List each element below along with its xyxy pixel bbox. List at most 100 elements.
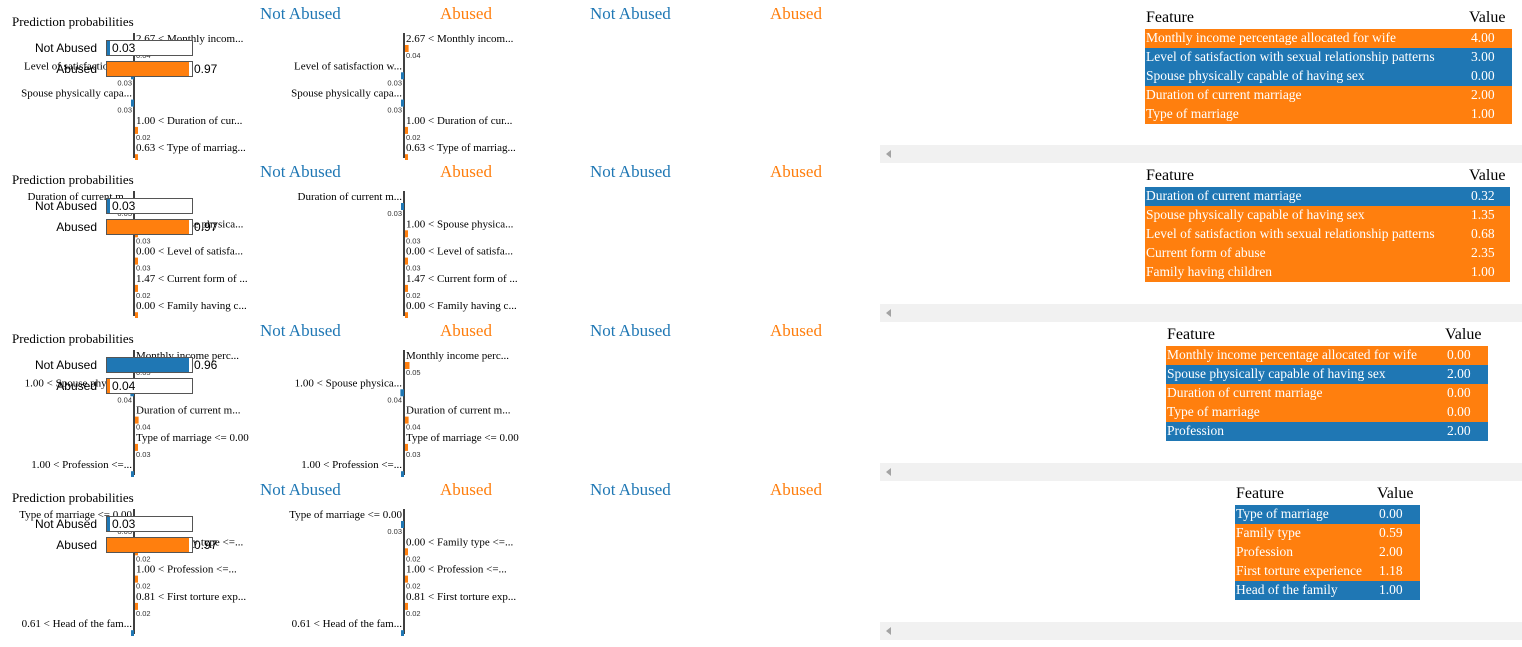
probability-bar bbox=[107, 517, 110, 531]
probability-bar bbox=[107, 379, 111, 393]
probability-bar bbox=[107, 41, 110, 55]
contribution-weight: 0.02 bbox=[406, 582, 421, 591]
table-header: Feature Value bbox=[1145, 9, 1512, 29]
contribution-label: 1.00 < Profession <=... bbox=[31, 459, 132, 471]
probability-value: 0.97 bbox=[194, 220, 218, 234]
explanation-block: Prediction probabilities Not Abused 0.03 Ab… bbox=[0, 158, 1522, 327]
scroll-left-arrow-icon[interactable] bbox=[886, 309, 891, 317]
contribution-label: 1.00 < Profession <=... bbox=[406, 564, 507, 576]
table-value: 1.18 bbox=[1379, 563, 1403, 578]
probability-bar-track bbox=[106, 357, 193, 373]
table-header-feature: Feature bbox=[1146, 9, 1194, 26]
table-value: 2.00 bbox=[1471, 87, 1495, 102]
prediction-probabilities-title: Prediction probabilities bbox=[12, 14, 134, 29]
class-header-positive: Abused bbox=[770, 162, 822, 181]
probability-value: 0.96 bbox=[194, 358, 218, 372]
probability-label: Abused bbox=[56, 62, 97, 76]
table-feature: Family having children bbox=[1146, 264, 1272, 279]
table-feature: First torture experience bbox=[1236, 563, 1362, 578]
table-row: Current form of abuse 2.35 bbox=[1145, 244, 1510, 263]
contribution-weight: 0.04 bbox=[387, 395, 402, 404]
table-row: Family type 0.59 bbox=[1235, 524, 1420, 543]
contribution-weight: 0.03 bbox=[117, 78, 132, 87]
probability-bar bbox=[107, 538, 190, 552]
contribution-weight: 0.03 bbox=[387, 209, 402, 218]
scroll-left-arrow-icon[interactable] bbox=[886, 468, 891, 476]
table-feature: Level of satisfaction with sexual relati… bbox=[1146, 49, 1435, 64]
class-header-negative: Not Abused bbox=[590, 162, 671, 181]
contribution-label: 1.00 < Profession <=... bbox=[301, 459, 402, 471]
class-header-positive: Abused bbox=[440, 321, 492, 340]
probability-bar bbox=[107, 220, 190, 234]
table-value: 2.35 bbox=[1471, 245, 1495, 260]
table-value: 1.00 bbox=[1471, 264, 1495, 279]
contribution-label: Duration of current m... bbox=[298, 191, 403, 203]
class-header-negative: Not Abused bbox=[260, 321, 341, 340]
contribution-weight: 0.02 bbox=[406, 133, 421, 142]
class-header-negative: Not Abused bbox=[590, 480, 671, 499]
contribution-weight: 0.05 bbox=[406, 368, 421, 377]
table-feature: Duration of current marriage bbox=[1146, 188, 1302, 203]
table-value: 2.00 bbox=[1379, 544, 1403, 559]
contribution-label: 1.00 < Spouse physica... bbox=[295, 377, 403, 389]
contribution-weight: 0.03 bbox=[406, 450, 421, 459]
contribution-label: Type of marriage <= 0.00 bbox=[289, 509, 402, 521]
class-header-negative: Not Abused bbox=[260, 4, 341, 23]
contribution-weight: 0.03 bbox=[406, 264, 421, 273]
horizontal-scrollbar[interactable] bbox=[880, 622, 1522, 640]
contribution-weight: 0.03 bbox=[387, 106, 402, 115]
table-value: 4.00 bbox=[1471, 30, 1495, 45]
contribution-weight: 0.02 bbox=[406, 609, 421, 618]
scroll-left-arrow-icon[interactable] bbox=[886, 627, 891, 635]
contribution-weight: 0.03 bbox=[117, 106, 132, 115]
probability-bar bbox=[107, 358, 189, 372]
contribution-weight: 0.04 bbox=[136, 423, 151, 432]
probability-label: Not Abused bbox=[34, 41, 97, 55]
table-feature: Level of satisfaction with sexual relati… bbox=[1146, 226, 1435, 241]
contribution-bar bbox=[401, 630, 404, 638]
contribution-weight: 0.02 bbox=[136, 291, 151, 300]
explanation-chart-b: 0.03 Type of marriage <= 0.00 0.02 0.00 < F… bbox=[289, 509, 516, 645]
contribution-label: Spouse physically capa... bbox=[21, 88, 132, 100]
contribution-bar bbox=[131, 630, 134, 638]
table-feature: Spouse physically capable of having sex bbox=[1167, 366, 1386, 381]
class-header-positive: Abused bbox=[440, 162, 492, 181]
probability-value: 0.03 bbox=[112, 41, 136, 55]
explanation-chart-b: 0.03 Duration of current m... 0.03 1.00 < S… bbox=[298, 191, 518, 327]
table-feature: Spouse physically capable of having sex bbox=[1146, 68, 1365, 83]
contribution-label: 0.63 < Type of marriag... bbox=[136, 142, 246, 154]
table-feature: Type of marriage bbox=[1236, 506, 1329, 521]
contribution-label: 1.47 < Current form of ... bbox=[406, 273, 518, 285]
class-header-positive: Abused bbox=[440, 480, 492, 499]
contribution-label: 0.61 < Head of the fam... bbox=[22, 618, 133, 630]
contribution-label: 1.00 < Spouse physica... bbox=[406, 218, 514, 230]
class-header-negative: Not Abused bbox=[590, 321, 671, 340]
table-feature: Monthly income percentage allocated for … bbox=[1146, 30, 1397, 45]
scroll-left-arrow-icon[interactable] bbox=[886, 150, 891, 158]
contribution-weight: 0.03 bbox=[136, 236, 151, 245]
contribution-weight: 0.02 bbox=[136, 582, 151, 591]
contribution-weight: 0.04 bbox=[406, 51, 421, 60]
explanation-chart-b: 0.04 2.67 < Monthly incom... 0.03 Level of … bbox=[291, 33, 516, 169]
contribution-weight: 0.02 bbox=[136, 609, 151, 618]
contribution-label: 0.00 < Family having c... bbox=[136, 300, 247, 312]
contribution-weight: 0.02 bbox=[406, 554, 421, 563]
contribution-weight: 0.02 bbox=[136, 133, 151, 142]
contribution-label: 1.00 < Duration of cur... bbox=[136, 115, 243, 127]
contribution-label: 0.81 < First torture exp... bbox=[406, 591, 516, 603]
contribution-weight: 0.03 bbox=[136, 264, 151, 273]
table-feature: Monthly income percentage allocated for … bbox=[1167, 347, 1418, 362]
probability-label: Abused bbox=[56, 220, 97, 234]
probability-value: 0.03 bbox=[112, 199, 136, 213]
contribution-label: 1.47 < Current form of ... bbox=[136, 273, 248, 285]
class-header-negative: Not Abused bbox=[260, 480, 341, 499]
table-row: Spouse physically capable of having sex 0… bbox=[1145, 67, 1512, 86]
table-row: Monthly income percentage allocated for … bbox=[1145, 29, 1512, 48]
explanation-chart-b: 0.05 Monthly income perc... 0.04 1.00 < Spo… bbox=[295, 350, 519, 486]
contribution-label: 0.61 < Head of the fam... bbox=[292, 618, 403, 630]
table-value: 0.00 bbox=[1447, 404, 1471, 419]
contribution-label: 0.81 < First torture exp... bbox=[136, 591, 246, 603]
table-row: Profession 2.00 bbox=[1166, 422, 1488, 441]
contribution-label: 0.63 < Type of marriag... bbox=[406, 142, 516, 154]
contribution-weight: 0.02 bbox=[406, 291, 421, 300]
